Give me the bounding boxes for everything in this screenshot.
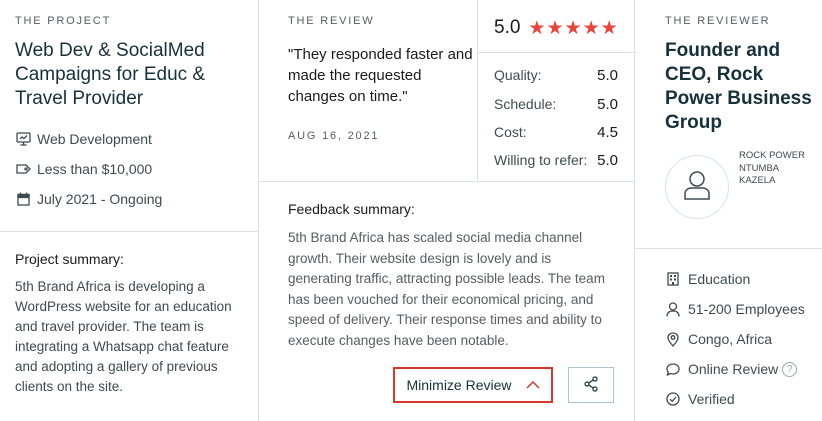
verified-row: Verified (665, 391, 735, 407)
rating-label: Quality: (494, 67, 542, 83)
budget-text: Less than $10,000 (37, 161, 153, 177)
star-icon: ★ (582, 17, 600, 39)
rating-value: 4.5 (597, 124, 618, 141)
review-column: THE REVIEW "They responded faster and ma… (258, 0, 636, 421)
monitor-icon (15, 131, 31, 147)
help-icon[interactable]: ? (782, 361, 798, 377)
star-icon: ★ (546, 17, 564, 39)
company-size-text: 51-200 Employees (688, 301, 805, 317)
location-row: Congo, Africa (665, 331, 772, 347)
star-icon: ★ (600, 17, 618, 39)
rating-value: 5.0 (597, 96, 618, 113)
industry-text: Education (688, 271, 751, 287)
rating-value: 5.0 (597, 67, 618, 84)
industry-row: Education (665, 271, 750, 287)
ratings-divider (478, 52, 636, 53)
building-icon (665, 271, 681, 287)
star-icon: ★ (528, 17, 546, 39)
reviewer-section-label: THE REVIEWER (665, 15, 771, 27)
timeline-text: July 2021 - Ongoing (37, 191, 163, 207)
project-summary-label: Project summary: (15, 251, 124, 267)
avatar (665, 155, 729, 219)
rating-label: Cost: (494, 124, 527, 140)
feedback-summary-text: 5th Brand Africa has scaled social media… (288, 230, 605, 348)
minimize-review-label: Minimize Review (406, 377, 512, 393)
rating-quality: Quality: 5.0 (494, 67, 618, 84)
review-date: AUG 16, 2021 (288, 130, 380, 142)
calendar-icon (15, 191, 31, 207)
star-rating: ★ ★ ★ ★ ★ (528, 19, 617, 38)
project-title: Web Dev & SocialMed Campaigns for Educ &… (15, 40, 206, 109)
star-icon: ★ (564, 17, 582, 39)
review-type-text: Online Review (688, 361, 779, 377)
rating-label: Schedule: (494, 96, 557, 112)
service-row: Web Development (15, 131, 152, 147)
feedback-summary-label: Feedback summary: (288, 201, 415, 217)
project-summary-text: 5th Brand Africa is developing a WordPre… (15, 279, 232, 394)
share-icon (583, 375, 599, 395)
chevron-up-icon (525, 381, 540, 389)
review-type-row: Online Review ? (665, 361, 798, 377)
reviewer-column: THE REVIEWER Founder and CEO, Rock Power… (634, 0, 822, 421)
reviewer-title: Founder and CEO, Rock Power Business Gro… (665, 40, 812, 133)
budget-row: Less than $10,000 (15, 161, 152, 177)
rating-schedule: Schedule: 5.0 (494, 96, 618, 113)
rating-label: Willing to refer: (494, 152, 588, 168)
project-divider (0, 231, 258, 232)
project-column: THE PROJECT Web Dev & SocialMed Campaign… (0, 0, 258, 421)
overall-rating: 5.0 ★ ★ ★ ★ ★ (494, 17, 618, 39)
review-divider (259, 181, 635, 182)
verified-text: Verified (688, 391, 735, 407)
minimize-review-button[interactable]: Minimize Review (393, 367, 553, 403)
rating-value: 5.0 (597, 152, 618, 169)
user-icon (683, 170, 711, 205)
review-section-label: THE REVIEW (288, 15, 375, 27)
ratings-panel: 5.0 ★ ★ ★ ★ ★ Quality: 5.0 Schedule: 5.0… (477, 0, 636, 181)
overall-rating-value: 5.0 (494, 17, 521, 38)
review-quote: "They responded faster and made the requ… (288, 46, 473, 105)
price-tag-icon (15, 161, 31, 177)
project-section-label: THE PROJECT (15, 15, 112, 27)
timeline-row: July 2021 - Ongoing (15, 191, 162, 207)
rating-willing-to-refer: Willing to refer: 5.0 (494, 152, 618, 169)
service-text: Web Development (37, 131, 152, 147)
reviewer-divider (635, 248, 822, 249)
location-pin-icon (665, 331, 681, 347)
location-text: Congo, Africa (688, 331, 773, 347)
share-button[interactable] (568, 367, 614, 403)
chat-bubble-icon (665, 361, 681, 377)
reviewer-name: ROCK POWER NTUMBA KAZELA (739, 150, 805, 186)
person-icon (665, 301, 681, 317)
check-circle-icon (665, 391, 681, 407)
company-size-row: 51-200 Employees (665, 301, 805, 317)
rating-cost: Cost: 4.5 (494, 124, 618, 141)
